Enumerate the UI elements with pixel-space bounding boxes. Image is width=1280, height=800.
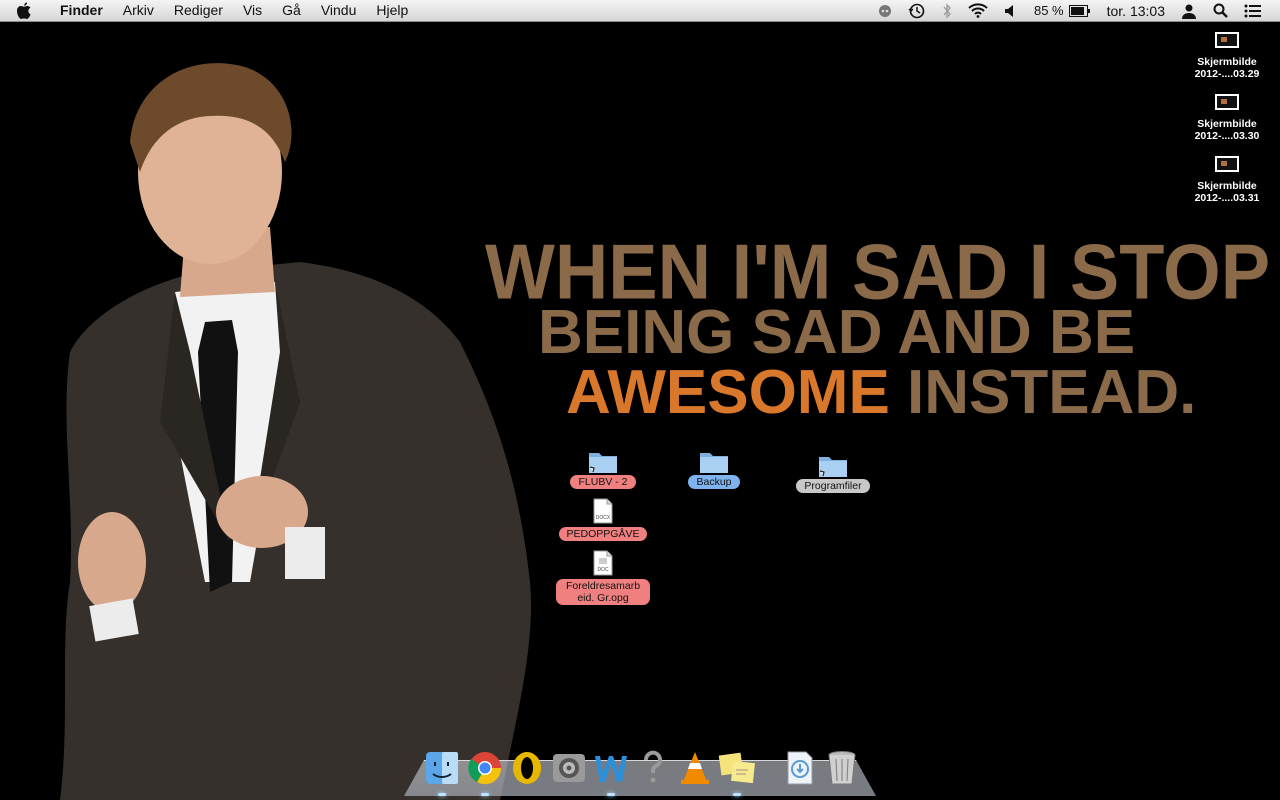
desktop-file-pedoppgave[interactable]: DOCX PEDOPPGÅVE <box>556 498 650 541</box>
file-label: PEDOPPGÅVE <box>558 527 648 541</box>
man-in-suit-illustration <box>60 63 531 800</box>
dock-item-finder[interactable] <box>422 748 462 788</box>
bluetooth-icon[interactable] <box>934 2 960 19</box>
screenshot-file-icon <box>1215 156 1239 172</box>
dock-item-help[interactable] <box>633 748 673 788</box>
file-type-badge: DOC <box>597 567 609 573</box>
volume-icon[interactable] <box>996 4 1026 18</box>
system-preferences-icon <box>553 754 585 782</box>
dock-item-word[interactable] <box>591 748 631 788</box>
file-name: Skjermbilde <box>1197 56 1257 68</box>
wifi-icon[interactable] <box>960 3 996 18</box>
battery-percentage: 85 % <box>1033 3 1064 18</box>
file-label: Foreldresamarb eid. Gr.opg <box>556 579 650 605</box>
folder-alias-icon <box>819 457 847 477</box>
menu-vis[interactable]: Vis <box>233 0 272 21</box>
finder-icon <box>426 752 458 784</box>
user-icon[interactable] <box>1173 3 1205 19</box>
file-name-date: 2012-....03.31 <box>1194 192 1260 204</box>
running-indicator <box>481 793 489 796</box>
file-type-badge: DOCX <box>595 515 611 521</box>
dock-item-vlc[interactable] <box>675 748 715 788</box>
menu-rediger[interactable]: Rediger <box>164 0 233 21</box>
notification-list-icon[interactable] <box>1236 4 1270 18</box>
app-menu-finder[interactable]: Finder <box>50 0 113 21</box>
help-icon <box>644 750 662 783</box>
desktop-file-foreldresamarbeid[interactable]: DOC Foreldresamarb eid. Gr.opg <box>556 550 650 605</box>
desktop-folder-flubv-2[interactable]: FLUBV - 2 <box>562 448 644 489</box>
dock-item-stickies[interactable] <box>717 748 757 788</box>
desktop-file-screenshot-3[interactable]: Skjermbilde 2012-....03.31 <box>1184 154 1270 204</box>
apple-menu[interactable] <box>0 1 50 20</box>
quote-line-3-rest: INSTEAD. <box>889 358 1197 427</box>
menu-hjelp[interactable]: Hjelp <box>366 0 418 21</box>
folder-icon <box>700 453 728 473</box>
file-name-date: 2012-....03.29 <box>1194 68 1260 80</box>
trash-icon <box>828 751 856 785</box>
word-icon <box>595 756 627 782</box>
quote-highlight-awesome: AWESOME <box>566 358 890 427</box>
file-name-date: 2012-....03.30 <box>1194 130 1260 142</box>
dropbox-icon[interactable] <box>870 4 900 18</box>
file-label: Programfiler <box>796 479 870 493</box>
time-machine-icon[interactable] <box>900 3 934 19</box>
desktop-folder-backup[interactable]: Backup <box>674 448 754 489</box>
apple-icon <box>17 1 31 19</box>
dock-item-opera[interactable] <box>507 748 547 788</box>
dock-item-trash[interactable] <box>822 748 862 788</box>
menu-vindu[interactable]: Vindu <box>311 0 367 21</box>
menu-arkiv[interactable]: Arkiv <box>113 0 164 21</box>
stickies-icon <box>718 752 755 784</box>
file-name: Skjermbilde <box>1197 118 1257 130</box>
downloads-stack-icon <box>787 751 813 785</box>
menu-ga[interactable]: Gå <box>272 0 311 21</box>
menu-bar: Finder Arkiv Rediger Vis Gå Vindu Hjelp … <box>0 0 1280 22</box>
spotlight-icon[interactable] <box>1205 3 1236 18</box>
dock-item-chrome[interactable] <box>465 748 505 788</box>
folder-alias-icon <box>589 453 617 473</box>
desktop-folder-programfiler[interactable]: Programfiler <box>790 452 876 493</box>
desktop-file-screenshot-1[interactable]: Skjermbilde 2012-....03.29 <box>1184 30 1270 80</box>
vlc-icon <box>681 752 709 784</box>
dock-item-system-preferences[interactable] <box>549 748 589 788</box>
dock-item-downloads-stack[interactable] <box>780 748 820 788</box>
battery-status[interactable]: 85 % <box>1026 3 1099 18</box>
clock[interactable]: tor. 13:03 <box>1099 3 1173 19</box>
file-label: Backup <box>688 475 740 489</box>
desktop-file-screenshot-2[interactable]: Skjermbilde 2012-....03.30 <box>1184 92 1270 142</box>
screenshot-file-icon <box>1215 32 1239 48</box>
quote-line-3: AWESOME INSTEAD. <box>566 357 1196 428</box>
screenshot-file-icon <box>1215 94 1239 110</box>
battery-icon <box>1068 4 1090 17</box>
file-name: Skjermbilde <box>1197 180 1257 192</box>
running-indicator <box>733 793 741 796</box>
file-label: FLUBV - 2 <box>570 475 636 489</box>
running-indicator <box>438 793 446 796</box>
opera-icon <box>513 752 541 784</box>
desktop-wallpaper: WHEN I'M SAD I STOP BEING SAD AND BE AWE… <box>0 22 1280 800</box>
chrome-icon <box>468 752 502 785</box>
running-indicator <box>607 793 615 796</box>
